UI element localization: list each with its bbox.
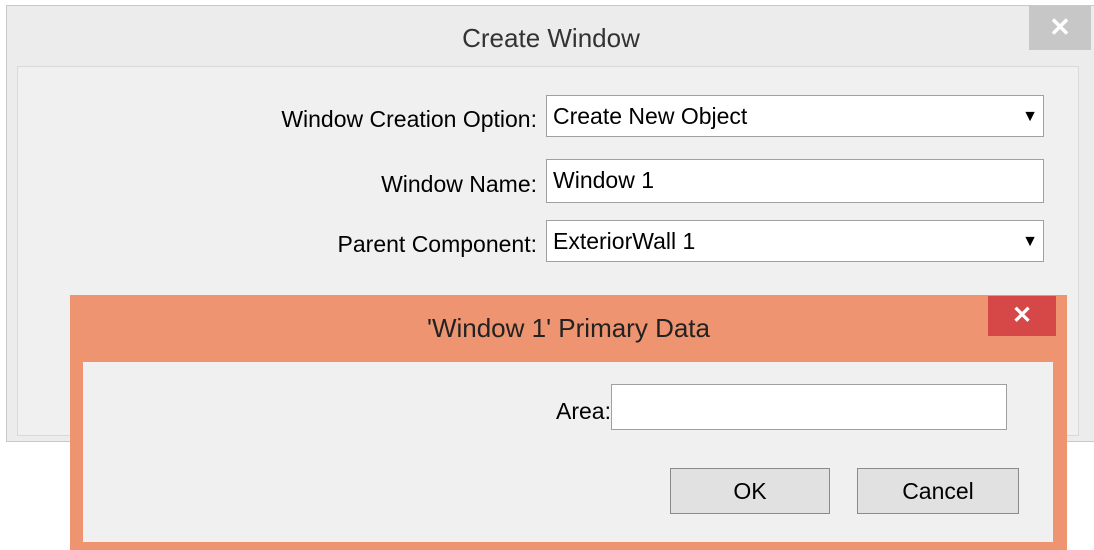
area-label: Area: [556, 398, 611, 424]
screen: Create Window ✕ Window Creation Option: … [0, 0, 1094, 550]
create-window-close-button[interactable]: ✕ [1029, 6, 1091, 50]
primary-data-client-area: Area: OK Cancel [83, 362, 1053, 542]
window-name-value: Window 1 [553, 167, 654, 193]
parent-component-value: ExteriorWall 1 [553, 228, 696, 254]
parent-component-dropdown[interactable]: ExteriorWall 1 ▼ [546, 220, 1044, 262]
primary-data-title[interactable]: 'Window 1' Primary Data [70, 313, 1067, 344]
primary-data-close-button[interactable]: ✕ [988, 296, 1056, 336]
creation-option-label: Window Creation Option: [281, 106, 537, 132]
ok-button[interactable]: OK [670, 468, 830, 514]
cancel-button[interactable]: Cancel [857, 468, 1019, 514]
close-icon: ✕ [1049, 12, 1071, 42]
window-name-label: Window Name: [381, 171, 537, 197]
chevron-down-icon[interactable]: ▼ [1019, 102, 1041, 130]
create-window-titlebar[interactable]: Create Window [7, 6, 1094, 66]
area-input[interactable] [611, 384, 1007, 430]
window-name-field[interactable]: Window 1 [546, 159, 1044, 203]
close-icon: ✕ [1011, 302, 1033, 329]
create-window-title: Create Window [462, 23, 640, 53]
chevron-down-icon[interactable]: ▼ [1019, 227, 1041, 255]
creation-option-value: Create New Object [553, 103, 748, 129]
creation-option-dropdown[interactable]: Create New Object ▼ [546, 95, 1044, 137]
parent-component-label: Parent Component: [337, 231, 537, 257]
primary-data-dialog: 'Window 1' Primary Data ✕ Area: OK Cance… [70, 295, 1067, 550]
